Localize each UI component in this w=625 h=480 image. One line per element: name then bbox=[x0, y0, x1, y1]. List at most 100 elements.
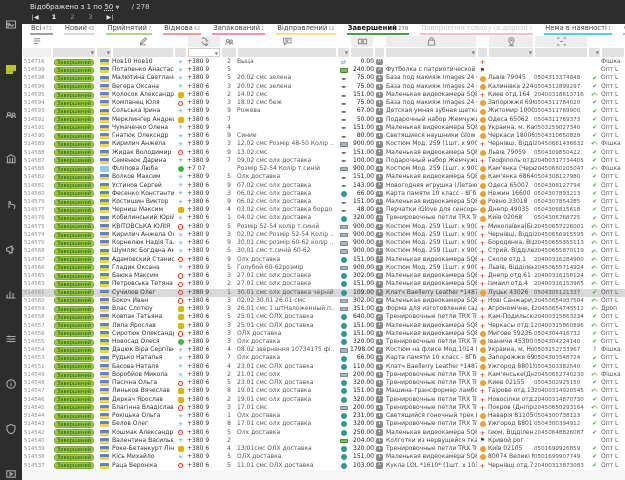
tab-6[interactable]: Відправлений12 bbox=[276, 24, 335, 35]
sidebar-item-orders-list-icon[interactable] bbox=[3, 62, 19, 76]
order-row-514538[interactable]: 514538ЗавершенийКісь Михайло✳+380 95ОЛХ … bbox=[22, 453, 625, 461]
filter-name[interactable] bbox=[113, 48, 173, 57]
column-header-qty[interactable] bbox=[221, 36, 237, 47]
sidebar-item-chart-icon[interactable] bbox=[3, 287, 19, 301]
order-row-514716[interactable]: 514716ЗавершенийНов10 Нов10✳+380 92Выца⇄… bbox=[22, 58, 625, 66]
filter-check[interactable]: ▼ bbox=[589, 48, 600, 57]
order-row-514574[interactable]: 514574ЗавершенийКирилич Анжела Ол..✳+380… bbox=[22, 231, 625, 239]
order-row-514547[interactable]: 514547ЗавершенийЛиньков Вячеслав+380 981… bbox=[22, 387, 625, 395]
order-row-514548[interactable]: 514548ЗавершенийПасічна Ольга+380 6523.0… bbox=[22, 379, 625, 387]
column-header-product[interactable] bbox=[386, 36, 476, 47]
order-row-514539[interactable]: 514539ЗавершенийРоке-Бетанкурт Лін..+380… bbox=[22, 445, 625, 453]
tab-9[interactable]: Нема в наявності1 bbox=[544, 24, 612, 35]
order-row-514581[interactable]: 514581ЗавершенийУстинов Сергей✳+380 6907… bbox=[22, 182, 625, 190]
order-row-514537[interactable]: 514537ЗавершенийРаца Вероніка+380 6511.0… bbox=[22, 461, 625, 469]
order-row-514590[interactable]: 514590ЗавершенийГнатюк Олексндр✳+380 69С… bbox=[22, 132, 625, 140]
order-row-514551[interactable]: 514551ЗавершенийБасова Наталя✳+380 6423.… bbox=[22, 363, 625, 371]
filter-items[interactable] bbox=[375, 48, 384, 57]
order-row-514557[interactable]: 514557ЗавершенийЛила Ярослав+380 9325.01… bbox=[22, 322, 625, 330]
tab-3[interactable]: Прийнятий7 bbox=[106, 24, 152, 35]
order-row-514593[interactable]: 514593ЗавершенийСольська Ірина✳+380 99Ро… bbox=[22, 107, 625, 115]
order-row-514592[interactable]: 514592ЗавершенийМерклингер Андрей+380 67… bbox=[22, 116, 625, 124]
filter-qty[interactable] bbox=[222, 48, 236, 57]
order-row-514563[interactable]: 514563ЗавершенийПетровська Тетяна+380 92… bbox=[22, 280, 625, 288]
filter-tag[interactable] bbox=[602, 48, 624, 57]
sidebar-item-shield-icon[interactable] bbox=[3, 422, 19, 436]
order-row-514589[interactable]: 514589ЗавершенийКирилич Анжела✳+380 9312… bbox=[22, 140, 625, 148]
order-row-514555[interactable]: 514555ЗавершенийНовосад Олеся+380 93Олх … bbox=[22, 338, 625, 346]
order-row-514540[interactable]: 514540ЗавершенийВалентина Васильє..✳+380… bbox=[22, 437, 625, 445]
column-header-ttn[interactable] bbox=[535, 36, 587, 47]
filter-price[interactable] bbox=[351, 48, 373, 57]
filter-pay[interactable]: ▼ bbox=[338, 48, 349, 57]
order-row-514566[interactable]: 514566ЗавершенийГладик Оксана✳+380 95Гол… bbox=[22, 264, 625, 272]
tab-4[interactable]: Відмова42 bbox=[163, 24, 201, 35]
order-row-514553[interactable]: 514553ЗавершенийРудько Наталья✳+380 97Ол… bbox=[22, 354, 625, 362]
order-row-514554[interactable]: 514554ЗавершенийДацюк Віра Сергіївна✳+38… bbox=[22, 346, 625, 354]
page-button-2[interactable]: 2 bbox=[70, 12, 74, 23]
sidebar-item-video-icon[interactable] bbox=[3, 467, 19, 480]
order-row-514582[interactable]: 514582ЗавершенийВолков Максим✳+380 95Олх… bbox=[22, 173, 625, 181]
column-header-phone[interactable] bbox=[188, 36, 220, 47]
filter-phone-input[interactable]: ▼ bbox=[188, 48, 220, 57]
filter-city[interactable]: ▼ bbox=[489, 48, 533, 57]
order-row-514561[interactable]: 514561ЗавершенийСучилов Олег+380 9130.01… bbox=[22, 289, 625, 297]
order-row-514545[interactable]: 514545ЗавершенийБлагінна Владіслава+380 … bbox=[22, 404, 625, 412]
order-row-514577[interactable]: 514577ЗавершенийЧерниш Максим+380 9403.0… bbox=[22, 206, 625, 214]
order-row-514565[interactable]: 514565ЗавершенийБаюка Максим+380 6327.01… bbox=[22, 272, 625, 280]
sidebar-item-clients-icon[interactable] bbox=[3, 107, 19, 121]
order-row-514579[interactable]: 514579ЗавершенийКостишин Виктор✳+380 690… bbox=[22, 198, 625, 206]
order-row-514559[interactable]: 514559ЗавершенийВлас Слотюу+380 9326.01 … bbox=[22, 305, 625, 313]
filter-flag[interactable]: ▼ bbox=[97, 48, 111, 57]
order-row-514575[interactable]: 514575ЗавершенийКВІТОВСЬКА ЮЛІЯ+380 95Ро… bbox=[22, 223, 625, 231]
order-row-514546[interactable]: 514546ЗавершенийДеркач Ярослав+380 6219.… bbox=[22, 396, 625, 404]
column-header-name[interactable] bbox=[112, 36, 174, 47]
order-row-514599[interactable]: 514599ЗавершенийПотапенко Анастас..✳+380… bbox=[22, 66, 625, 74]
order-row-514594[interactable]: 514594ЗавершенийКомпанец Юля+380 9318.02… bbox=[22, 99, 625, 107]
order-row-514568[interactable]: 514568ЗавершенийШумляс Богдана Ан..✳+380… bbox=[22, 247, 625, 255]
tab-8[interactable]: Повернення товару (в дорозі)0 bbox=[420, 24, 533, 35]
column-header-price[interactable] bbox=[351, 36, 373, 47]
order-row-514580[interactable]: 514580ЗавершенийФесенко Константин✳+380 … bbox=[22, 190, 625, 198]
page-button-1[interactable]: 1 bbox=[52, 12, 57, 23]
order-row-514570[interactable]: 514570ЗавершенийКорнелюк Надія Та..✳+380… bbox=[22, 239, 625, 247]
tab-2[interactable]: Новий48 bbox=[64, 24, 96, 35]
order-row-514596[interactable]: 514596ЗавершенийВегера Оксана✳+380 6320.… bbox=[22, 83, 625, 91]
order-row-514591[interactable]: 514591ЗавершенийЧумаченко Олена✳+380 94◄… bbox=[22, 124, 625, 132]
order-row-514588[interactable]: 514588ЗавершенийЖидак Володимир+380 6913… bbox=[22, 149, 625, 157]
sidebar-item-megaphone-icon[interactable] bbox=[3, 242, 19, 256]
order-row-514544[interactable]: 514544ЗавершенийРокіцька Ольга✳+380 61Ол… bbox=[22, 412, 625, 420]
order-row-514586[interactable]: 514586ЗавершенийФіліпова Люба+7 07Розмір… bbox=[22, 165, 625, 173]
column-header-note[interactable] bbox=[237, 36, 337, 47]
filter-note[interactable] bbox=[238, 48, 336, 57]
order-row-514576[interactable]: 514576ЗавершенийКобилинський Юрій✳+380 6… bbox=[22, 214, 625, 222]
filter-id[interactable] bbox=[23, 48, 51, 57]
tab-5[interactable]: Запакований1 bbox=[212, 24, 265, 35]
order-row-514542[interactable]: 514542ЗавершенийКошмак Александр+380 65О… bbox=[22, 429, 625, 437]
filter-ci[interactable] bbox=[175, 48, 186, 57]
column-header-city[interactable] bbox=[489, 36, 533, 47]
sidebar-item-hand-icon[interactable] bbox=[3, 197, 19, 211]
first-page-icon[interactable]: ❘◀ bbox=[30, 12, 38, 23]
order-row-514567[interactable]: 514567ЗавершенийАдамовский Станис..+380 … bbox=[22, 256, 625, 264]
order-row-514549[interactable]: 514549ЗавершенийВоробйов Микола✳+380 922… bbox=[22, 371, 625, 379]
filter-di[interactable] bbox=[478, 48, 487, 57]
filter-status[interactable]: ▼ bbox=[53, 48, 95, 57]
filter-product[interactable]: ▼ bbox=[386, 48, 476, 57]
order-row-514598[interactable]: 514598ЗавершенийМалютина Светлана✳+380 9… bbox=[22, 74, 625, 82]
sidebar-item-sliders-icon[interactable] bbox=[3, 332, 19, 346]
order-row-514543[interactable]: 514543ЗавершенийБелов Олег✳+380 9817.01 … bbox=[22, 420, 625, 428]
order-row-514587[interactable]: 514587ЗавершенийСеменюк Дарина✳+380 9709… bbox=[22, 157, 625, 165]
last-page-icon[interactable]: ▶❘ bbox=[106, 12, 114, 23]
sidebar-item-info-icon[interactable] bbox=[3, 377, 19, 391]
page-button-3[interactable]: 3 bbox=[88, 12, 92, 23]
order-row-514595[interactable]: 514595ЗавершенийКолосок Александр+380 62… bbox=[22, 91, 625, 99]
column-header-id[interactable] bbox=[22, 36, 52, 47]
sidebar-item-bank-icon[interactable] bbox=[3, 152, 19, 166]
order-row-514560[interactable]: 514560ЗавершенийБокоч Иван+380 6302.02 3… bbox=[22, 297, 625, 305]
order-row-514556[interactable]: 514556ЗавершенийСиротюк Олександр+380 63… bbox=[22, 330, 625, 338]
order-row-514558[interactable]: 514558ЗавершенийКовпак Татьяна+380 6525.… bbox=[22, 313, 625, 321]
per-page-caret-icon[interactable]: ▼ bbox=[116, 5, 120, 11]
tab-1[interactable]: Всі471 bbox=[30, 24, 53, 35]
sidebar-item-image-icon[interactable] bbox=[3, 17, 19, 31]
